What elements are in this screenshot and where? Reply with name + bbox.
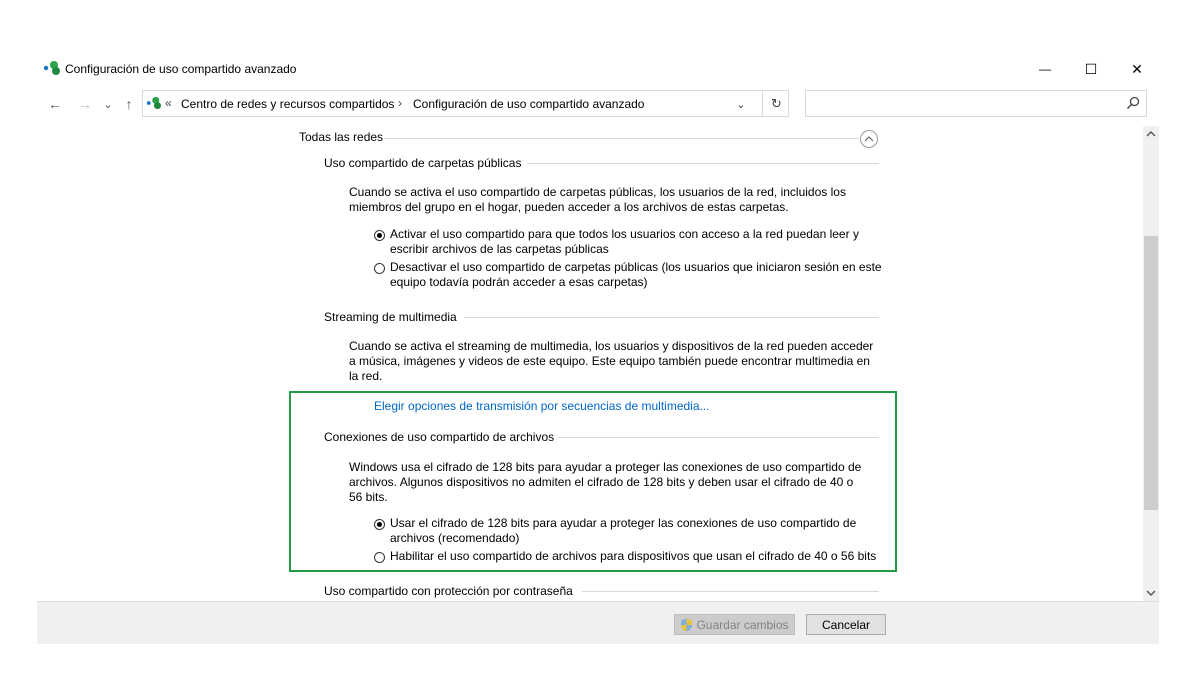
divider (527, 163, 879, 164)
settings-content: Todas las redes Uso compartido de carpet… (37, 126, 1143, 601)
chevron-up-icon (864, 136, 874, 142)
streaming-description: Cuando se activa el streaming de multime… (349, 339, 874, 383)
divider (559, 437, 879, 438)
network-sharing-icon (146, 96, 161, 110)
title-bar: Configuración de uso compartido avanzado… (37, 50, 1159, 86)
refresh-button[interactable]: ↻ (762, 91, 790, 116)
cancel-label: Cancelar (821, 617, 871, 632)
forward-arrow-icon: → (78, 96, 92, 112)
collapse-button[interactable] (860, 130, 878, 148)
footer-bar: Guardar cambios Cancelar (37, 601, 1159, 644)
maximize-button[interactable]: ☐ (1068, 56, 1114, 82)
divider (582, 591, 879, 592)
save-changes-button[interactable]: Guardar cambios (674, 614, 795, 635)
public-folders-on-label[interactable]: Activar el uso compartido para que todos… (390, 227, 870, 257)
public-folders-on-radio[interactable] (374, 230, 385, 241)
maximize-icon: ☐ (1084, 60, 1098, 77)
file-sharing-description: Windows usa el cifrado de 128 bits para … (349, 460, 862, 504)
up-button[interactable]: ↑ (119, 94, 139, 114)
chevron-up-icon (1146, 131, 1156, 137)
chevron-down-icon (1146, 590, 1156, 596)
chevron-down-icon: ⌄ (103, 98, 113, 111)
section-title: Todas las redes (299, 130, 384, 144)
file-sharing-heading: Conexiones de uso compartido de archivos (324, 430, 555, 444)
recent-locations-button[interactable]: ⌄ (101, 94, 115, 114)
chevron-down-icon: ⌄ (736, 98, 746, 111)
breadcrumb-network-center[interactable]: Centro de redes y recursos compartidos (181, 97, 394, 111)
minimize-button[interactable]: — (1022, 56, 1068, 82)
public-folders-description: Cuando se activa el uso compartido de ca… (349, 185, 846, 214)
public-folders-off-label[interactable]: Desactivar el uso compartido de carpetas… (390, 260, 890, 290)
network-sharing-icon (43, 61, 60, 75)
save-changes-label: Guardar cambios (696, 617, 789, 632)
encryption-128-radio[interactable] (374, 519, 385, 530)
password-sharing-heading: Uso compartido con protección por contra… (324, 584, 573, 598)
search-icon (1126, 96, 1140, 110)
close-button[interactable]: ✕ (1114, 56, 1160, 82)
close-icon: ✕ (1131, 60, 1143, 77)
scroll-up-button[interactable] (1143, 126, 1159, 142)
breadcrumb-overflow[interactable]: « (165, 96, 172, 110)
window: Configuración de uso compartido avanzado… (37, 50, 1159, 644)
refresh-icon: ↻ (771, 95, 782, 111)
address-dropdown-button[interactable]: ⌄ (731, 95, 751, 113)
up-arrow-icon: ↑ (125, 96, 133, 112)
divider (464, 317, 879, 318)
streaming-options-link[interactable]: Elegir opciones de transmisión por secue… (374, 399, 710, 413)
encryption-128-label[interactable]: Usar el cifrado de 128 bits para ayudar … (390, 516, 860, 546)
encryption-40-56-radio[interactable] (374, 552, 385, 563)
address-bar[interactable]: « Centro de redes y recursos compartidos… (142, 90, 789, 117)
vertical-scrollbar[interactable] (1143, 126, 1159, 601)
forward-button[interactable]: → (75, 94, 95, 114)
breadcrumb-separator[interactable]: › (398, 96, 402, 110)
streaming-heading: Streaming de multimedia (324, 310, 457, 324)
encryption-40-56-label[interactable]: Habilitar el uso compartido de archivos … (390, 549, 890, 564)
breadcrumb-advanced-sharing[interactable]: Configuración de uso compartido avanzado (413, 97, 644, 111)
scroll-thumb[interactable] (1144, 236, 1158, 510)
minimize-icon: — (1039, 62, 1051, 76)
cancel-button[interactable]: Cancelar (806, 614, 886, 635)
uac-shield-icon (681, 618, 693, 631)
scroll-down-button[interactable] (1143, 585, 1159, 601)
public-folders-heading: Uso compartido de carpetas públicas (324, 156, 522, 170)
divider (384, 138, 859, 139)
public-folders-off-radio[interactable] (374, 263, 385, 274)
window-title: Configuración de uso compartido avanzado (65, 62, 297, 76)
back-button[interactable]: ← (45, 94, 65, 114)
back-arrow-icon: ← (48, 96, 62, 112)
search-box[interactable] (805, 90, 1147, 117)
